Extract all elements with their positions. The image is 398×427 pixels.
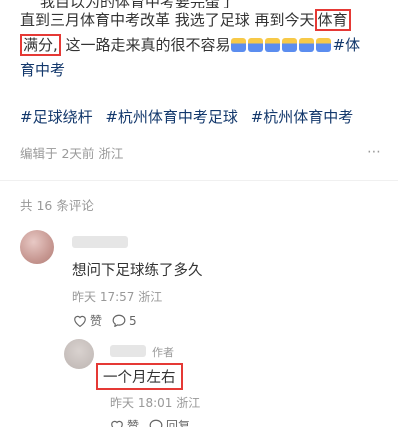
reply-label: 回复	[166, 419, 191, 427]
highlight-box-2: 满分,	[20, 34, 61, 56]
username-blurred[interactable]	[110, 345, 146, 357]
avatar[interactable]	[64, 339, 94, 369]
avatar[interactable]	[20, 230, 54, 264]
like-button[interactable]: 赞	[110, 417, 139, 427]
heart-icon	[74, 315, 86, 327]
emoji-group	[230, 36, 333, 54]
post-text: 直到三月体育中考改革 我选了足球 再到今天 体育 满分, 这一路走来真的很不容易 #…	[20, 8, 380, 83]
author-badge: 作者	[152, 346, 174, 359]
sports-emoji	[230, 38, 246, 52]
reply-button[interactable]: 回复	[149, 417, 190, 427]
post-meta: 编辑于 2天前 浙江	[20, 145, 124, 161]
post-meta-row: 编辑于 2天前 浙江 ⋯	[20, 144, 381, 161]
clipped-text: 我目以为的体育中考要完蛋了	[40, 0, 235, 8]
tag-list: #足球绕杆 #杭州体育中考足球 #杭州体育中考	[20, 106, 380, 128]
post-text-line1: 直到三月体育中考改革 我选了足球 再到今天	[20, 11, 315, 29]
comment-bubble-icon	[149, 419, 163, 427]
comment-text-highlighted: 一个月左右	[96, 363, 183, 390]
comment-meta: 昨天 17:57 浙江	[72, 290, 163, 304]
post-body: 我目以为的体育中考要完蛋了 直到三月体育中考改革 我选了足球 再到今天体育 满分…	[0, 0, 398, 128]
sports-emoji	[298, 38, 314, 52]
like-button[interactable]: 赞	[73, 312, 102, 329]
sports-emoji	[281, 38, 297, 52]
comment-bubble-icon	[112, 314, 126, 327]
comment-actions: 赞 回复	[110, 417, 200, 427]
heart-icon	[111, 420, 123, 427]
highlight-box-1: 体育	[314, 9, 351, 31]
hashtag-inline-cont[interactable]: 育中考	[20, 61, 65, 79]
hashtag-inline[interactable]: #体	[333, 36, 361, 54]
comment-count: 共 16 条评论	[20, 198, 94, 213]
clipped-line: 我目以为的体育中考要完蛋了	[20, 0, 380, 8]
comment-meta: 昨天 18:01 浙江	[110, 396, 201, 410]
post-text-line2: 这一路走来真的很不容易	[60, 36, 231, 54]
comment-text: 想问下足球练了多久	[72, 263, 203, 279]
divider	[0, 180, 398, 181]
username-blurred[interactable]	[72, 236, 128, 248]
sports-emoji	[264, 38, 280, 52]
more-dots-icon[interactable]: ⋯	[367, 144, 381, 160]
tag-link[interactable]: #杭州体育中考足球	[105, 108, 238, 126]
reply-button[interactable]: 5	[112, 314, 137, 328]
sports-emoji	[247, 38, 263, 52]
like-label: 赞	[90, 314, 103, 328]
tag-link[interactable]: #足球绕杆	[20, 108, 93, 126]
sports-emoji	[315, 38, 331, 52]
like-label: 赞	[127, 419, 140, 427]
tag-link[interactable]: #杭州体育中考	[251, 108, 354, 126]
reply-count: 5	[129, 313, 137, 328]
comment-actions: 赞 5	[73, 312, 147, 329]
